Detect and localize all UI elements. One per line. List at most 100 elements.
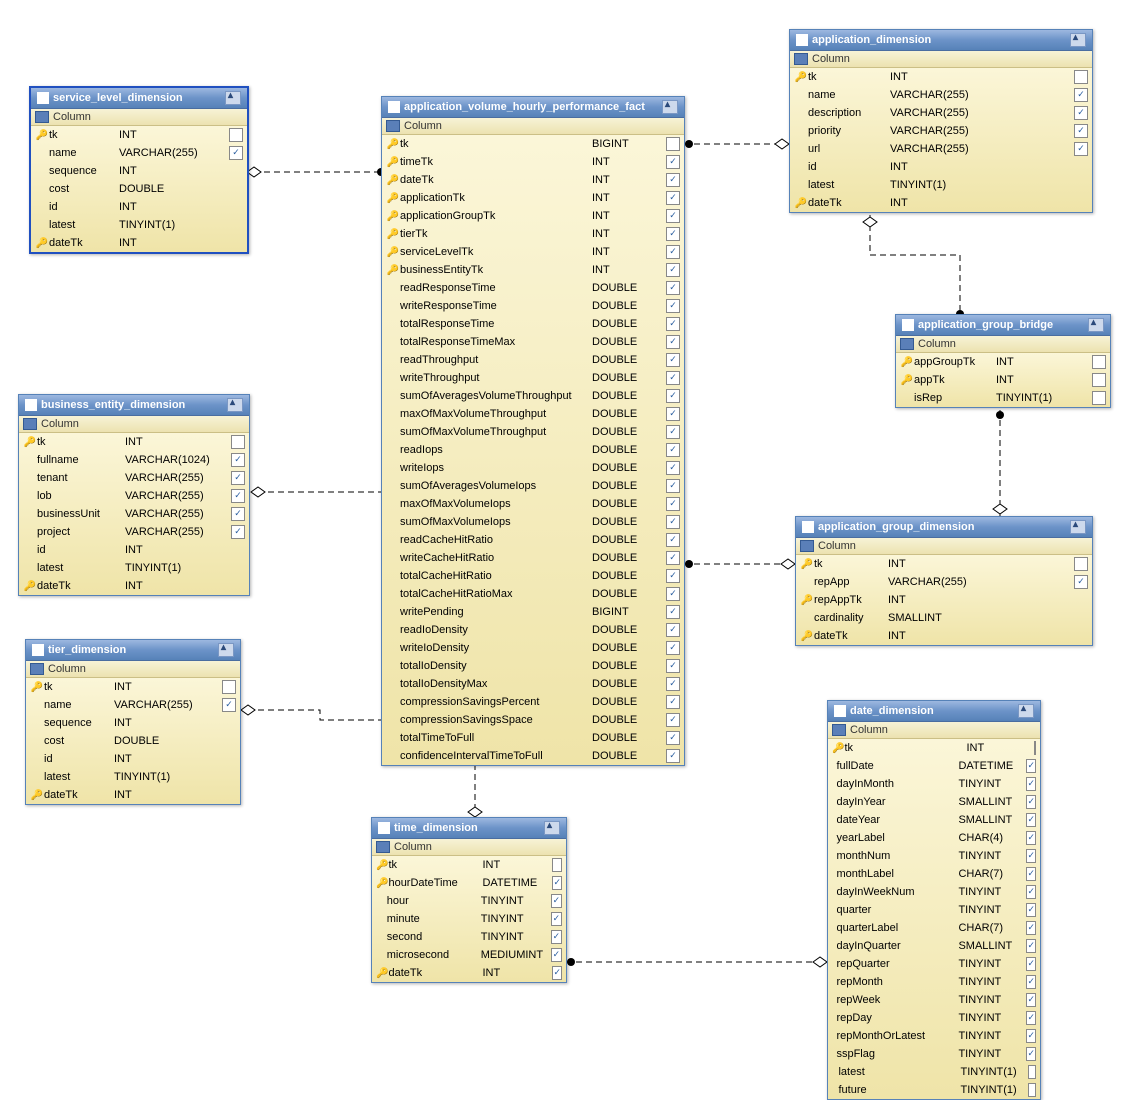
checkbox[interactable] (222, 680, 236, 694)
table-row[interactable]: idINT (26, 750, 240, 768)
table-row[interactable]: totalTimeToFullDOUBLE✓ (382, 729, 684, 747)
table-row[interactable]: totalResponseTimeMaxDOUBLE✓ (382, 333, 684, 351)
checkbox[interactable]: ✓ (666, 623, 680, 637)
checkbox[interactable]: ✓ (666, 353, 680, 367)
table-title[interactable]: application_group_bridge (896, 315, 1110, 336)
table-tier_dimension[interactable]: tier_dimensionColumn🔑tkINTnameVARCHAR(25… (25, 639, 241, 805)
checkbox[interactable]: ✓ (666, 155, 680, 169)
table-row[interactable]: 🔑timeTkINT✓ (382, 153, 684, 171)
checkbox[interactable]: ✓ (551, 948, 562, 962)
checkbox[interactable]: ✓ (666, 407, 680, 421)
table-row[interactable]: minuteTINYINT✓ (372, 910, 566, 928)
table-row[interactable]: sspFlagTINYINT✓ (828, 1045, 1040, 1063)
checkbox[interactable]: ✓ (666, 587, 680, 601)
table-row[interactable]: descriptionVARCHAR(255)✓ (790, 104, 1092, 122)
table-title[interactable]: application_dimension (790, 30, 1092, 51)
checkbox[interactable]: ✓ (666, 335, 680, 349)
table-row[interactable]: 🔑appGroupTkINT (896, 353, 1110, 371)
checkbox[interactable]: ✓ (666, 209, 680, 223)
table-row[interactable]: compressionSavingsSpaceDOUBLE✓ (382, 711, 684, 729)
table-row[interactable]: 🔑dateTkINT✓ (382, 171, 684, 189)
checkbox[interactable] (1074, 70, 1088, 84)
checkbox[interactable] (1028, 1065, 1036, 1079)
table-row[interactable]: 🔑tkINT (790, 68, 1092, 86)
table-row[interactable]: confidenceIntervalTimeToFullDOUBLE✓ (382, 747, 684, 765)
table-row[interactable]: hourTINYINT✓ (372, 892, 566, 910)
table-row[interactable]: sumOfAveragesVolumeIopsDOUBLE✓ (382, 477, 684, 495)
checkbox[interactable] (1074, 557, 1088, 571)
collapse-icon[interactable] (1070, 33, 1086, 47)
table-row[interactable]: dayInYearSMALLINT✓ (828, 793, 1040, 811)
table-row[interactable]: repWeekTINYINT✓ (828, 991, 1040, 1009)
checkbox[interactable] (1028, 1083, 1036, 1097)
table-row[interactable]: monthLabelCHAR(7)✓ (828, 865, 1040, 883)
checkbox[interactable]: ✓ (1026, 1011, 1036, 1025)
table-title[interactable]: date_dimension (828, 701, 1040, 722)
checkbox[interactable]: ✓ (666, 659, 680, 673)
table-row[interactable]: sequenceINT (31, 162, 247, 180)
table-row[interactable]: dateYearSMALLINT✓ (828, 811, 1040, 829)
table-row[interactable]: repAppVARCHAR(255)✓ (796, 573, 1092, 591)
checkbox[interactable]: ✓ (551, 912, 562, 926)
checkbox[interactable]: ✓ (666, 731, 680, 745)
table-row[interactable]: 🔑tkBIGINT (382, 135, 684, 153)
table-row[interactable]: secondTINYINT✓ (372, 928, 566, 946)
table-row[interactable]: 🔑tkINT (31, 126, 247, 144)
table-row[interactable]: isRepTINYINT(1) (896, 389, 1110, 407)
table-row[interactable]: cardinalitySMALLINT (796, 609, 1092, 627)
table-row[interactable]: dayInMonthTINYINT✓ (828, 775, 1040, 793)
table-row[interactable]: idINT (31, 198, 247, 216)
checkbox[interactable]: ✓ (666, 443, 680, 457)
table-row[interactable]: readIoDensityDOUBLE✓ (382, 621, 684, 639)
checkbox[interactable]: ✓ (1026, 903, 1036, 917)
checkbox[interactable]: ✓ (666, 299, 680, 313)
table-row[interactable]: readResponseTimeDOUBLE✓ (382, 279, 684, 297)
table-row[interactable]: 🔑hourDateTimeDATETIME✓ (372, 874, 566, 892)
checkbox[interactable]: ✓ (666, 245, 680, 259)
checkbox[interactable] (231, 435, 245, 449)
checkbox[interactable]: ✓ (666, 569, 680, 583)
table-date_dimension[interactable]: date_dimensionColumn🔑tkINTfullDateDATETI… (827, 700, 1041, 1100)
checkbox[interactable]: ✓ (231, 453, 245, 467)
table-row[interactable]: idINT (790, 158, 1092, 176)
table-row[interactable]: businessUnitVARCHAR(255)✓ (19, 505, 249, 523)
checkbox[interactable]: ✓ (666, 281, 680, 295)
table-row[interactable]: repQuarterTINYINT✓ (828, 955, 1040, 973)
checkbox[interactable]: ✓ (1026, 921, 1036, 935)
table-service_level_dimension[interactable]: service_level_dimensionColumn🔑tkINTnameV… (29, 86, 249, 254)
checkbox[interactable]: ✓ (666, 695, 680, 709)
table-row[interactable]: nameVARCHAR(255)✓ (26, 696, 240, 714)
checkbox[interactable]: ✓ (1026, 885, 1036, 899)
table-row[interactable]: 🔑tkINT (828, 739, 1040, 757)
table-row[interactable]: totalCacheHitRatioDOUBLE✓ (382, 567, 684, 585)
checkbox[interactable]: ✓ (666, 191, 680, 205)
table-row[interactable]: totalIoDensityMaxDOUBLE✓ (382, 675, 684, 693)
checkbox[interactable] (1092, 391, 1106, 405)
table-title[interactable]: application_group_dimension (796, 517, 1092, 538)
table-row[interactable]: fullDateDATETIME✓ (828, 757, 1040, 775)
checkbox[interactable]: ✓ (1074, 575, 1088, 589)
table-row[interactable]: tenantVARCHAR(255)✓ (19, 469, 249, 487)
table-row[interactable]: 🔑repAppTkINT (796, 591, 1092, 609)
checkbox[interactable] (666, 137, 680, 151)
checkbox[interactable]: ✓ (1026, 813, 1036, 827)
checkbox[interactable]: ✓ (666, 551, 680, 565)
table-row[interactable]: totalIoDensityDOUBLE✓ (382, 657, 684, 675)
table-application_group_bridge[interactable]: application_group_bridgeColumn🔑appGroupT… (895, 314, 1111, 408)
table-row[interactable]: costDOUBLE (26, 732, 240, 750)
collapse-icon[interactable] (544, 821, 560, 835)
table-row[interactable]: sumOfMaxVolumeThroughputDOUBLE✓ (382, 423, 684, 441)
checkbox[interactable]: ✓ (666, 605, 680, 619)
checkbox[interactable]: ✓ (666, 227, 680, 241)
checkbox[interactable] (552, 858, 562, 872)
checkbox[interactable]: ✓ (666, 515, 680, 529)
checkbox[interactable] (1034, 741, 1036, 755)
table-row[interactable]: nameVARCHAR(255)✓ (790, 86, 1092, 104)
checkbox[interactable]: ✓ (1026, 1029, 1036, 1043)
table-row[interactable]: 🔑tierTkINT✓ (382, 225, 684, 243)
checkbox[interactable]: ✓ (666, 641, 680, 655)
table-time_dimension[interactable]: time_dimensionColumn🔑tkINT🔑hourDateTimeD… (371, 817, 567, 983)
table-row[interactable]: dayInWeekNumTINYINT✓ (828, 883, 1040, 901)
table-row[interactable]: monthNumTINYINT✓ (828, 847, 1040, 865)
table-row[interactable]: readThroughputDOUBLE✓ (382, 351, 684, 369)
